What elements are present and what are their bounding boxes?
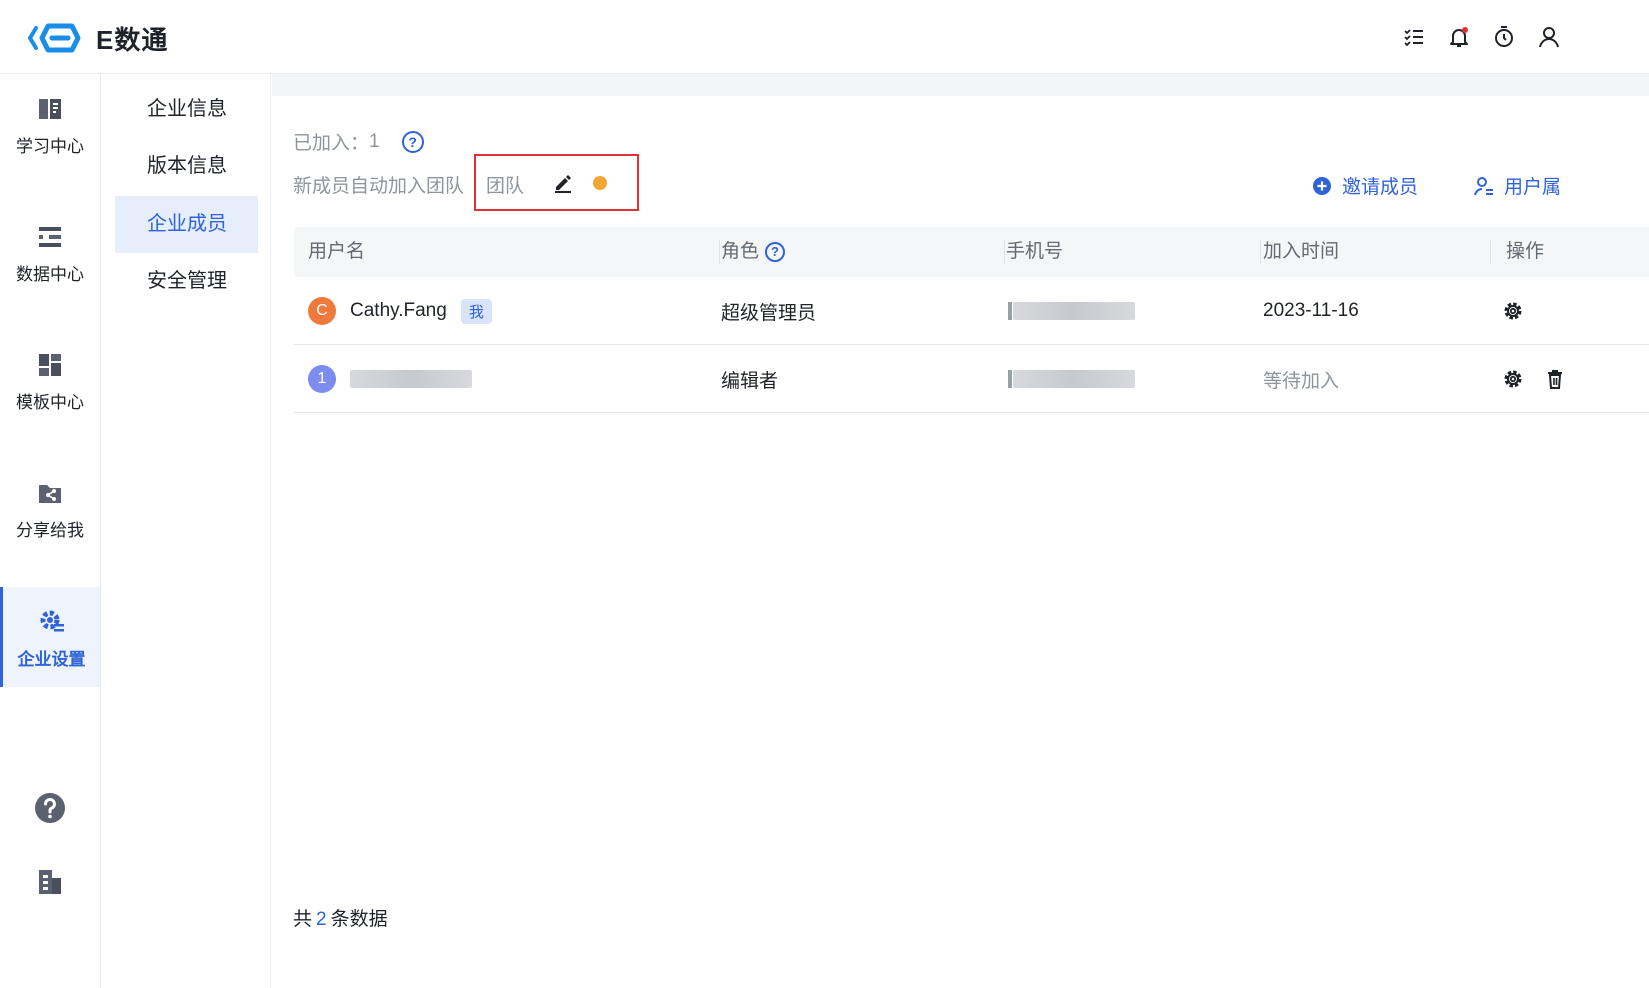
left-rail: 学习中心 数据中心 模板中心 分享给我 企业设置: [0, 74, 101, 988]
phone-redacted-prefix: [1008, 302, 1012, 320]
th-phone: 手机号: [1006, 227, 1063, 277]
rail-label: 企业设置: [17, 650, 86, 669]
table-row: C Cathy.Fang 我 超级管理员 2023-11-16: [294, 277, 1649, 345]
total-count: 共 2 条数据: [293, 904, 388, 931]
username-cell: C Cathy.Fang 我: [308, 277, 492, 345]
table-header: 用户名 角色? 手机号 加入时间 操作: [294, 227, 1649, 277]
phone-cell: [1008, 345, 1135, 413]
rail-item-shared[interactable]: 分享给我: [0, 458, 100, 558]
role-cell: 超级管理员: [721, 302, 817, 324]
settings-subnav: 企业信息 版本信息 企业成员 安全管理: [101, 74, 271, 988]
user-attribute-icon: [1474, 176, 1493, 195]
rail-label: 模板中心: [16, 393, 84, 412]
user-attributes-button[interactable]: 用户属: [1474, 172, 1561, 199]
avatar: C: [308, 297, 336, 325]
user-attributes-label: 用户属: [1504, 177, 1562, 198]
join-time-cell: 2023-11-16: [1263, 300, 1359, 321]
th-role-label: 角色: [721, 241, 760, 262]
column-divider[interactable]: [1260, 240, 1261, 264]
join-time-cell: 等待加入: [1263, 370, 1340, 392]
th-join-time-label: 加入时间: [1263, 241, 1340, 262]
rail-item-templates[interactable]: 模板中心: [0, 330, 100, 430]
avatar: 1: [308, 365, 336, 393]
phone-redacted: [1013, 370, 1135, 388]
rail-item-enterprise-settings[interactable]: 企业设置: [0, 587, 100, 687]
gear-icon[interactable]: [1502, 300, 1524, 322]
role-cell: 编辑者: [721, 370, 779, 392]
th-phone-label: 手机号: [1006, 241, 1064, 262]
joined-label: 已加入：: [293, 133, 370, 154]
building-icon[interactable]: [0, 862, 100, 902]
subnav-item-version-info[interactable]: 版本信息: [115, 138, 258, 195]
rail-item-data[interactable]: 数据中心: [0, 202, 100, 302]
phone-redacted-prefix: [1008, 370, 1012, 388]
th-role: 角色?: [721, 227, 786, 277]
table-row: 1 编辑者 等待加入: [294, 345, 1649, 413]
plus-circle-icon: [1313, 176, 1331, 195]
auto-join-label: 新成员自动加入团队: [293, 176, 465, 197]
member-name-redacted: [350, 370, 472, 388]
subnav-item-enterprise-members[interactable]: 企业成员: [115, 196, 258, 253]
rail-label: 分享给我: [16, 521, 84, 540]
joined-help-icon[interactable]: ?: [401, 130, 424, 153]
action-cell: [1502, 345, 1566, 413]
database-icon: [39, 227, 61, 247]
th-action: 操作: [1506, 227, 1544, 277]
highlight-annotation-box: [474, 154, 639, 211]
column-divider[interactable]: [1490, 240, 1491, 264]
rail-item-learning[interactable]: 学习中心: [0, 74, 100, 174]
total-suffix: 条数据: [330, 909, 388, 930]
panel-top-strip: [272, 74, 1649, 96]
total-prefix: 共: [293, 909, 313, 930]
total-number: 2: [316, 909, 327, 930]
invite-member-button[interactable]: 邀请成员: [1312, 172, 1418, 199]
member-name: Cathy.Fang: [350, 300, 447, 321]
phone-redacted: [1013, 302, 1135, 320]
user-icon[interactable]: [1534, 22, 1564, 52]
rail-label: 学习中心: [16, 137, 84, 156]
help-icon[interactable]: [0, 788, 100, 828]
subnav-item-enterprise-info[interactable]: 企业信息: [115, 81, 258, 138]
subnav-item-security[interactable]: 安全管理: [115, 253, 258, 310]
bell-icon[interactable]: [1444, 22, 1474, 52]
share-folder-icon: [39, 485, 61, 503]
members-table: 用户名 角色? 手机号 加入时间 操作 C Cathy.Fang 我 超级管理员…: [294, 227, 1649, 413]
role-help-icon[interactable]: ?: [765, 242, 786, 262]
gear-icon[interactable]: [1502, 368, 1524, 390]
template-icon: [39, 354, 61, 376]
settings-icon: [40, 610, 64, 632]
joined-number: 1: [369, 130, 380, 152]
phone-cell: [1008, 277, 1135, 345]
column-divider[interactable]: [1004, 240, 1005, 264]
top-header: E数通: [0, 0, 1649, 74]
rail-label: 数据中心: [16, 265, 84, 284]
members-panel: 已加入： 1 ? 新成员自动加入团队 团队 邀请成员 用户属 用户名 角色? 手…: [272, 74, 1649, 988]
invite-member-label: 邀请成员: [1342, 177, 1419, 198]
th-username-label: 用户名: [308, 241, 366, 262]
book-icon: [39, 99, 61, 119]
joined-count: 已加入： 1 ?: [293, 128, 424, 155]
trash-icon[interactable]: [1544, 368, 1566, 390]
action-cell: [1502, 277, 1524, 345]
timer-icon[interactable]: [1489, 22, 1519, 52]
th-action-label: 操作: [1506, 241, 1545, 262]
me-badge: 我: [460, 298, 492, 324]
app-logo[interactable]: E数通: [28, 18, 168, 58]
column-divider[interactable]: [719, 240, 720, 264]
username-cell: 1: [308, 345, 472, 413]
th-username: 用户名: [308, 227, 365, 277]
task-list-icon[interactable]: [1399, 22, 1429, 52]
logo-text: E数通: [96, 24, 169, 55]
th-join-time: 加入时间: [1263, 227, 1339, 277]
logo-mark-icon: [28, 23, 81, 53]
